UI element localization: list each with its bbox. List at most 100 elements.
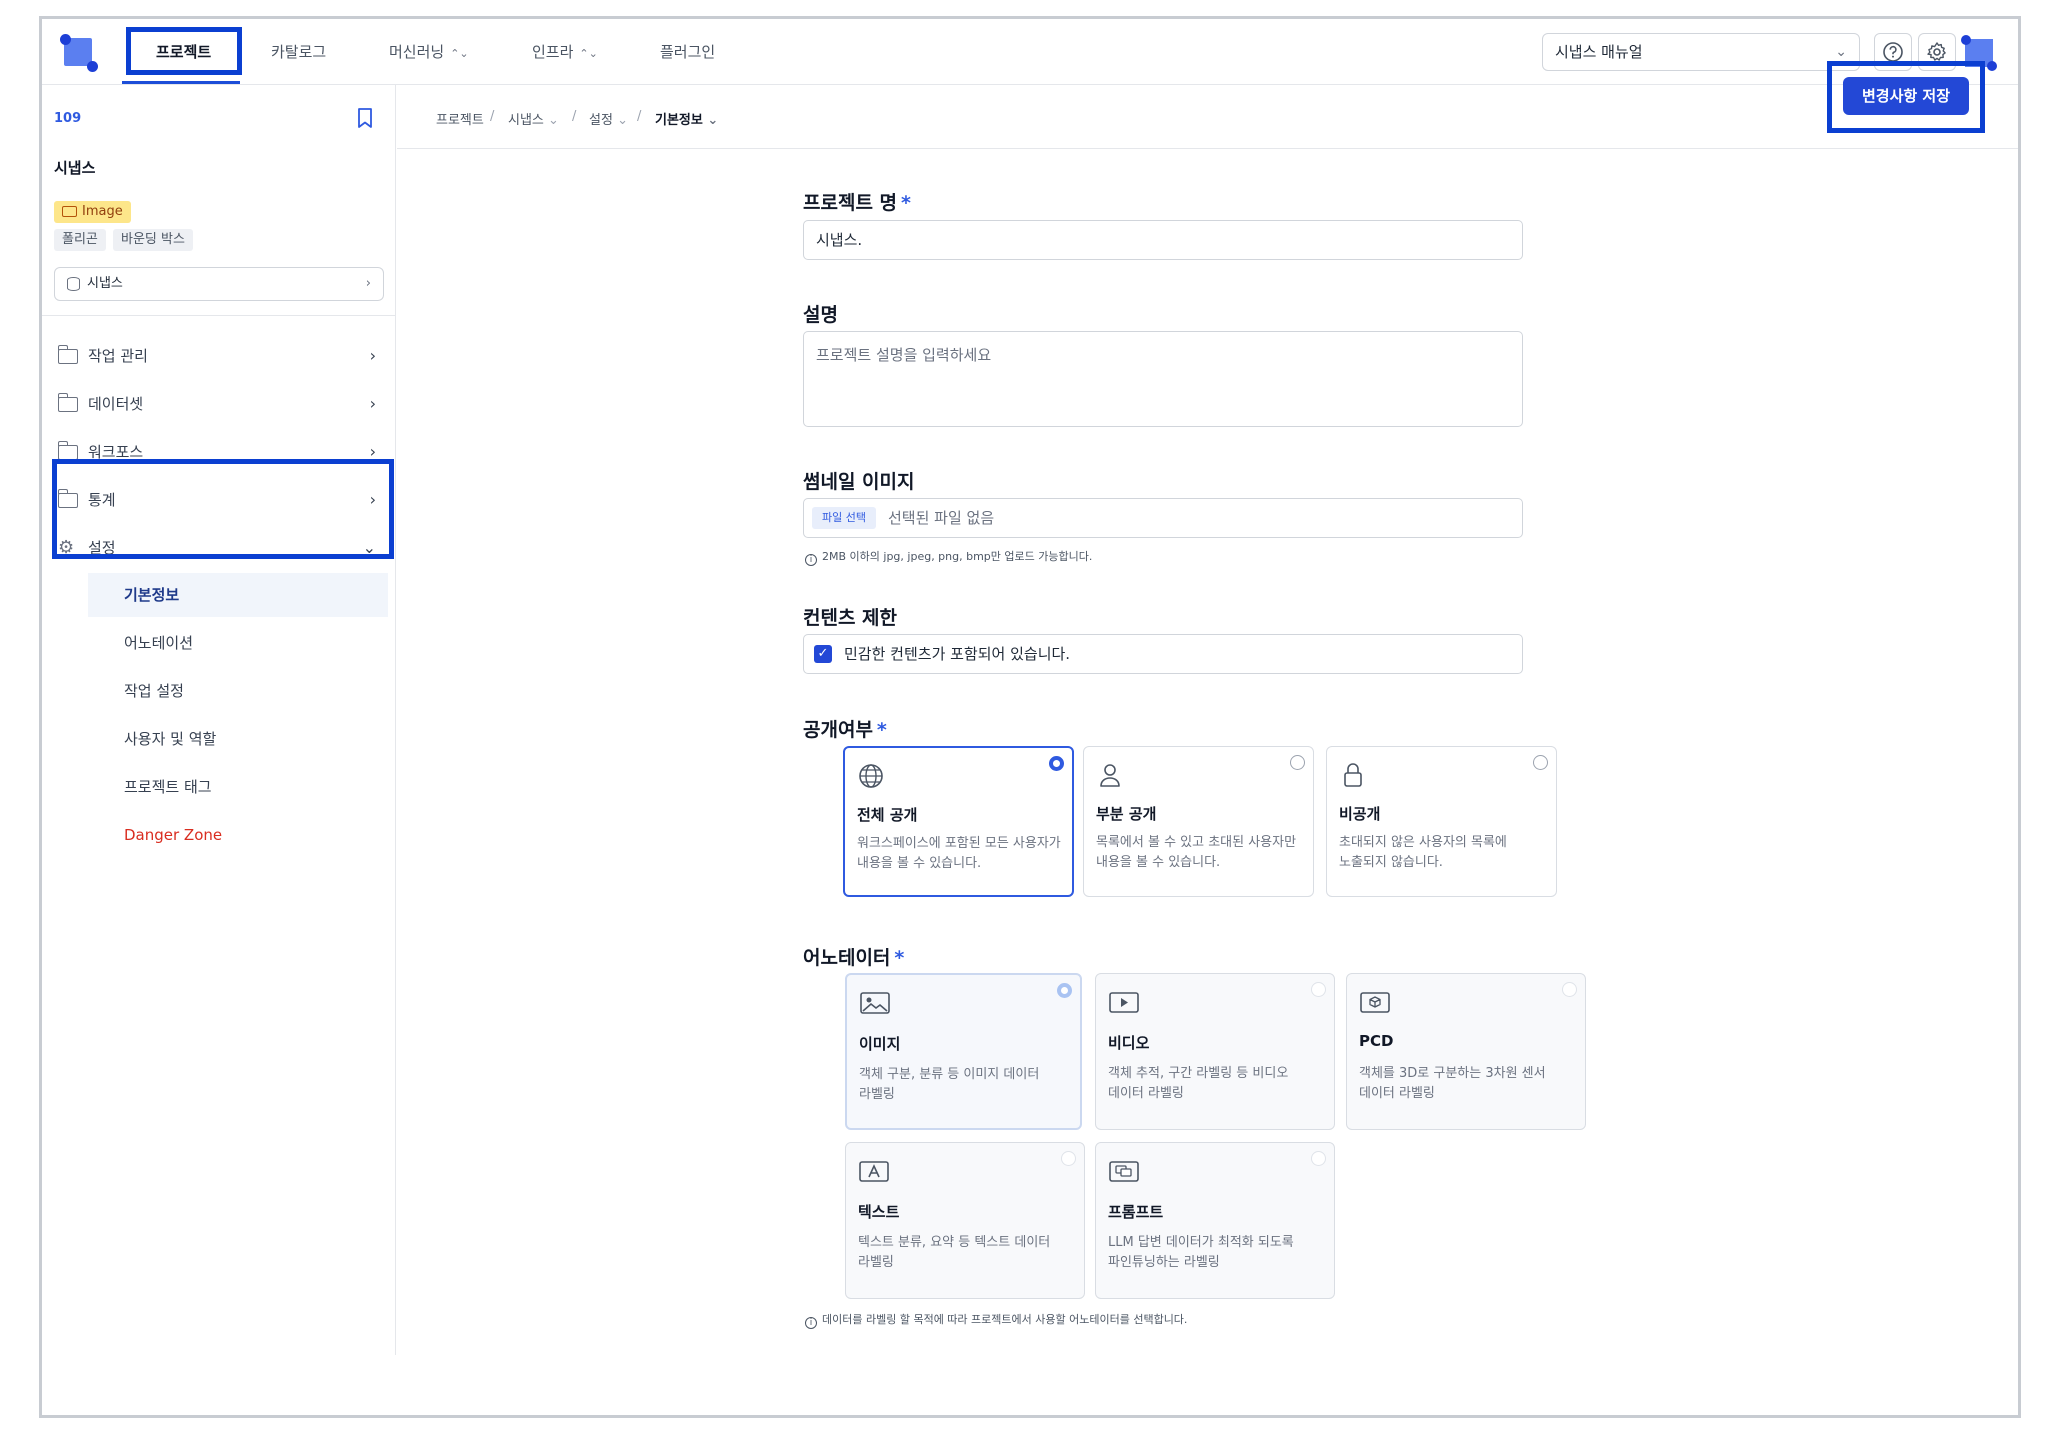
option-title: 부분 공개 xyxy=(1096,805,1157,823)
breadcrumb-basic-info[interactable]: 기본정보 ⌄ xyxy=(655,109,718,128)
cube-icon xyxy=(1360,992,1390,1013)
checkbox-label: 민감한 컨텐츠가 포함되어 있습니다. xyxy=(844,645,1071,663)
option-title: 프롬프트 xyxy=(1108,1203,1164,1221)
nav-tab-machine-learning[interactable]: 머신러닝 ⌃⌄ xyxy=(389,19,469,85)
option-title: 전체 공개 xyxy=(857,806,918,824)
chevron-right-icon: › xyxy=(369,394,376,413)
radio-partial[interactable] xyxy=(1290,755,1305,770)
info-icon: i xyxy=(805,1317,817,1329)
option-description: LLM 답변 데이터가 최적화 되도록 파인튜닝하는 라벨링 xyxy=(1108,1235,1294,1270)
breadcrumb-separator: / xyxy=(490,109,495,124)
sidebar-sub-project-tags[interactable]: 프로젝트 태그 xyxy=(88,765,388,809)
radio-public[interactable] xyxy=(1049,756,1064,771)
annotator-option-image[interactable]: 이미지 객체 구분, 분류 등 이미지 데이터 라벨링 xyxy=(845,973,1082,1130)
text-icon xyxy=(859,1161,889,1182)
bookmark-icon[interactable] xyxy=(356,107,374,129)
content-limit-box: ✓ 민감한 컨텐츠가 포함되어 있습니다. xyxy=(803,634,1523,674)
breadcrumb-project[interactable]: 프로젝트 xyxy=(436,109,484,128)
description-textarea[interactable]: 프로젝트 설명을 입력하세요 xyxy=(803,331,1523,427)
content-limit-label: 컨텐츠 제한 xyxy=(803,607,898,629)
radio-image[interactable] xyxy=(1057,983,1072,998)
description-label: 설명 xyxy=(803,304,838,326)
option-description: 텍스트 분류, 요약 등 텍스트 데이터 라벨링 xyxy=(858,1235,1051,1270)
file-select-button[interactable]: 파일 선택 xyxy=(812,507,876,529)
tag-polygon: 폴리곤 xyxy=(54,229,106,251)
tag-bounding-box: 바운딩 박스 xyxy=(113,229,193,251)
highlight-box-settings xyxy=(52,459,394,559)
sidebar-sub-task-settings[interactable]: 작업 설정 xyxy=(88,669,388,713)
thumbnail-hint: i 2MB 이하의 jpg, jpeg, png, bmp만 업로드 가능합니다. xyxy=(805,548,1092,566)
folder-icon xyxy=(57,441,78,460)
dataset-link[interactable]: 시냅스 › xyxy=(54,267,384,301)
sidebar-sub-basic-info[interactable]: 기본정보 xyxy=(88,573,388,617)
sidebar-sub-users-roles[interactable]: 사용자 및 역할 xyxy=(88,717,388,761)
nav-tab-infra[interactable]: 인프라 ⌃⌄ xyxy=(532,19,598,85)
annotator-option-prompt[interactable]: 프롬프트 LLM 답변 데이터가 최적화 되도록 파인튜닝하는 라벨링 xyxy=(1095,1142,1335,1299)
lock-icon xyxy=(1344,763,1362,787)
radio-private[interactable] xyxy=(1533,755,1548,770)
annotator-option-text[interactable]: 텍스트 텍스트 분류, 요약 등 텍스트 데이터 라벨링 xyxy=(845,1142,1085,1299)
chevron-right-icon: › xyxy=(365,276,371,291)
active-tab-indicator xyxy=(122,81,240,84)
option-description: 초대되지 않은 사용자의 목록에 노출되지 않습니다. xyxy=(1339,835,1507,870)
app-logo[interactable] xyxy=(60,34,98,72)
video-icon xyxy=(1109,992,1139,1013)
nav-tab-plugin[interactable]: 플러그인 xyxy=(660,19,715,85)
highlight-box-save xyxy=(1827,61,1985,133)
breadcrumb-synapse[interactable]: 시냅스 ⌄ xyxy=(508,109,559,128)
thumbnail-file-input[interactable]: 파일 선택 선택된 파일 없음 xyxy=(803,498,1523,538)
visibility-option-public[interactable]: 전체 공개 워크스페이스에 포함된 모든 사용자가 내용을 볼 수 있습니다. xyxy=(843,746,1074,897)
type-badge: Image xyxy=(54,201,131,223)
manual-select[interactable]: 시냅스 매뉴얼 ⌄ xyxy=(1542,33,1860,71)
visibility-option-partial[interactable]: 부분 공개 목록에서 볼 수 있고 초대된 사용자만 내용을 볼 수 있습니다. xyxy=(1083,746,1314,897)
sidebar-sub-annotation[interactable]: 어노테이션 xyxy=(88,621,388,665)
breadcrumb-separator: / xyxy=(572,109,577,124)
option-description: 객체를 3D로 구분하는 3차원 센서 데이터 라벨링 xyxy=(1359,1066,1546,1101)
sidebar-item-dataset[interactable]: 데이터셋 › xyxy=(54,382,384,426)
breadcrumb: 프로젝트 / 시냅스 ⌄ / 설정 ⌄ / 기본정보 ⌄ xyxy=(397,85,2018,149)
visibility-label: 공개여부 * xyxy=(803,719,887,741)
project-name-label: 프로젝트 명 * xyxy=(803,192,911,214)
user-icon xyxy=(1100,764,1120,787)
breadcrumb-settings[interactable]: 설정 ⌄ xyxy=(589,109,628,128)
chevron-down-icon: ⌄ xyxy=(707,113,719,128)
nav-tab-catalog[interactable]: 카탈로그 xyxy=(271,19,326,85)
project-name: 시냅스 xyxy=(54,159,96,177)
highlight-box-project-tab xyxy=(126,27,242,75)
option-description: 객체 구분, 분류 등 이미지 데이터 라벨링 xyxy=(859,1067,1040,1102)
option-title: PCD xyxy=(1359,1032,1394,1050)
option-title: 텍스트 xyxy=(858,1203,900,1221)
annotator-option-pcd[interactable]: PCD 객체를 3D로 구분하는 3차원 센서 데이터 라벨링 xyxy=(1346,973,1586,1130)
visibility-option-private[interactable]: 비공개 초대되지 않은 사용자의 목록에 노출되지 않습니다. xyxy=(1326,746,1557,897)
project-name-input[interactable]: 시냅스. xyxy=(803,220,1523,260)
breadcrumb-separator: / xyxy=(637,109,642,124)
updown-chevron-icon: ⌃⌄ xyxy=(579,47,598,60)
radio-video[interactable] xyxy=(1311,982,1326,997)
option-description: 목록에서 볼 수 있고 초대된 사용자만 내용을 볼 수 있습니다. xyxy=(1096,835,1297,870)
option-description: 워크스페이스에 포함된 모든 사용자가 내용을 볼 수 있습니다. xyxy=(857,836,1061,871)
radio-text[interactable] xyxy=(1061,1151,1076,1166)
dataset-name: 시냅스 xyxy=(87,276,123,291)
radio-prompt[interactable] xyxy=(1311,1151,1326,1166)
annotator-label: 어노테이터 * xyxy=(803,947,905,969)
sidebar-item-tasks[interactable]: 작업 관리 › xyxy=(54,334,384,378)
sidebar: 109 시냅스 Image 폴리곤 바운딩 박스 시냅스 › 작업 관리 › 데… xyxy=(42,85,396,1355)
image-icon xyxy=(62,206,77,217)
sidebar-item-label: 작업 관리 xyxy=(88,347,148,365)
option-title: 비디오 xyxy=(1108,1034,1150,1052)
sidebar-sub-danger-zone[interactable]: Danger Zone xyxy=(88,813,388,857)
folder-icon xyxy=(57,393,78,412)
folder-icon xyxy=(57,345,78,364)
globe-icon xyxy=(859,764,883,788)
chevron-down-icon: ⌄ xyxy=(548,113,559,128)
radio-pcd[interactable] xyxy=(1562,982,1577,997)
annotator-option-video[interactable]: 비디오 객체 추적, 구간 라벨링 등 비디오 데이터 라벨링 xyxy=(1095,973,1335,1130)
option-description: 객체 추적, 구간 라벨링 등 비디오 데이터 라벨링 xyxy=(1108,1066,1289,1101)
manual-select-value: 시냅스 매뉴얼 xyxy=(1555,43,1643,61)
file-status: 선택된 파일 없음 xyxy=(888,509,995,527)
thumbnail-label: 썸네일 이미지 xyxy=(803,471,915,493)
top-nav: 프로젝트 카탈로그 머신러닝 ⌃⌄ 인프라 ⌃⌄ 플러그인 시냅스 매뉴얼 ⌄ xyxy=(42,19,2018,85)
sensitive-content-checkbox[interactable]: ✓ xyxy=(814,645,832,663)
image-icon xyxy=(860,992,890,1014)
gear-icon xyxy=(1927,42,1946,61)
